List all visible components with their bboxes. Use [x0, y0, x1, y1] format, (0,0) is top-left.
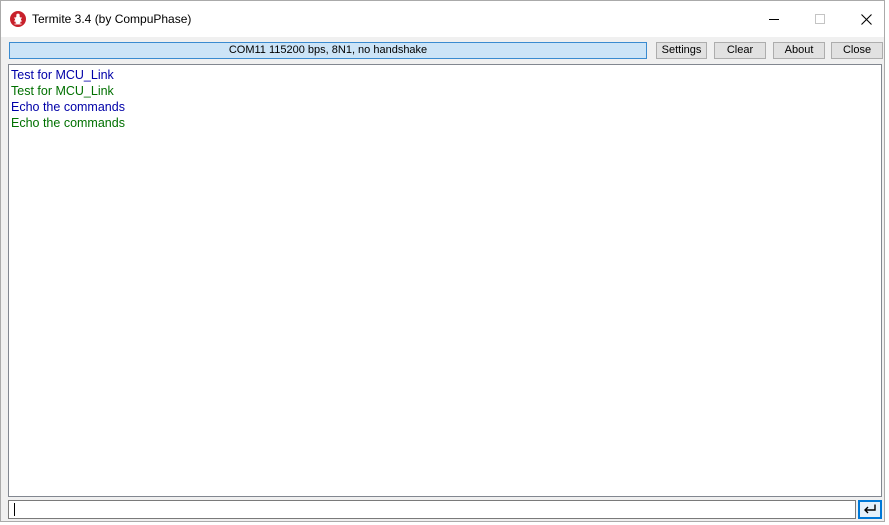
terminal-line: Test for MCU_Link [11, 84, 114, 98]
about-button[interactable]: About [773, 42, 825, 59]
termite-bug-icon [10, 11, 26, 27]
maximize-icon [815, 14, 825, 24]
close-window-button[interactable] [843, 1, 889, 37]
window-title: Termite 3.4 (by CompuPhase) [32, 12, 192, 26]
terminal-line: Echo the commands [11, 100, 125, 114]
maximize-button[interactable] [797, 1, 843, 37]
command-input[interactable] [8, 500, 856, 519]
clear-button[interactable]: Clear [714, 42, 766, 59]
title-bar[interactable]: Termite 3.4 (by CompuPhase) [1, 1, 884, 37]
terminal-line: Echo the commands [11, 116, 125, 130]
minimize-button[interactable] [751, 1, 797, 37]
enter-return-icon [864, 504, 876, 514]
close-icon [860, 13, 872, 25]
minimize-icon [769, 19, 779, 20]
terminal-output[interactable]: Test for MCU_Link Test for MCU_Link Echo… [8, 64, 882, 497]
settings-button[interactable]: Settings [656, 42, 707, 59]
connection-status: COM11 115200 bps, 8N1, no handshake [9, 42, 647, 59]
termite-window: Termite 3.4 (by CompuPhase) COM11 115200… [0, 0, 885, 522]
send-button[interactable] [858, 500, 882, 519]
text-caret [14, 503, 15, 516]
terminal-line: Test for MCU_Link [11, 68, 114, 82]
close-button[interactable]: Close [831, 42, 883, 59]
